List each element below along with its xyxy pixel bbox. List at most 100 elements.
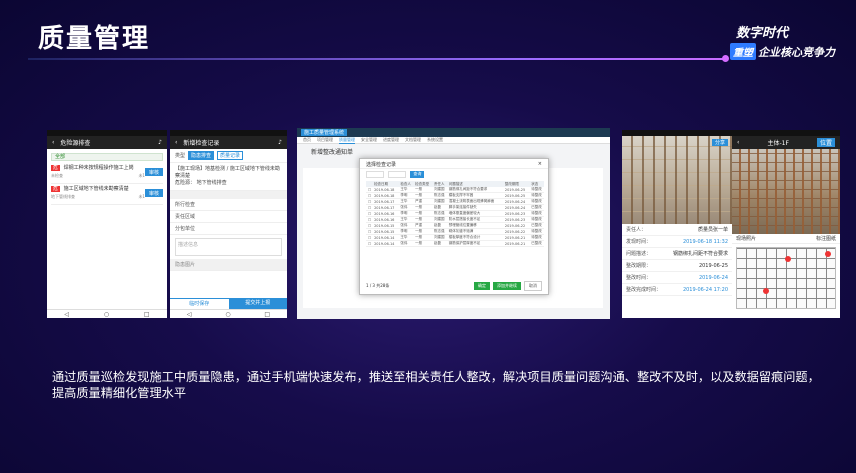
hazard-text: 焊钢工种未按规程操作施工上岗: [63, 165, 134, 171]
chip-hazard[interactable]: 隐患排查: [188, 151, 215, 160]
form-row: 整改时间： 2019-06-24: [622, 272, 732, 284]
form-value[interactable]: 钢筋绑扎间距不符合要求: [673, 250, 728, 257]
hazard-tag: 危: [51, 165, 61, 171]
modal-title: 选择检查记录: [366, 162, 397, 168]
cancel-button[interactable]: 取消: [524, 281, 542, 291]
location-button[interactable]: 位置: [816, 138, 835, 147]
query-button[interactable]: 查询: [410, 171, 425, 178]
table-cell: 赵磊: [432, 240, 447, 247]
back-icon[interactable]: ‹: [737, 139, 739, 146]
recent-square-icon[interactable]: □: [144, 311, 150, 318]
date-to-input[interactable]: [388, 171, 407, 178]
back-triangle-icon[interactable]: ◁: [64, 311, 69, 318]
home-circle-icon[interactable]: ○: [104, 311, 109, 318]
row-area[interactable]: 责任区域: [170, 211, 287, 223]
description-field[interactable]: 描述信息: [175, 238, 282, 256]
pagination[interactable]: 1 / 3 共28条: [366, 283, 471, 289]
form-value[interactable]: 2019-06-18 11:32: [683, 239, 728, 245]
tab-project[interactable]: 项目管理: [317, 137, 333, 143]
chip-quality[interactable]: 质量记录: [217, 151, 244, 160]
table-row[interactable]: ☐ 2019-06-14 张伟 一般 赵磊 钢筋保护层厚度不足 2019-06-21 已整改: [366, 240, 544, 247]
select-record-modal: 选择检查记录 × 查询 检查日期 检查人 检查类型 责任人 问题描述 整改期限 状态 ☐ 20…: [359, 158, 549, 295]
drawing-tab[interactable]: 标注图纸: [816, 235, 836, 242]
page-title: 质量管理: [38, 24, 151, 54]
hazard-tag: 危: [51, 186, 61, 192]
row-subcontractor[interactable]: 分包单位: [170, 223, 287, 235]
android-nav-bar: ◁ ○ □: [170, 309, 287, 318]
bell-icon[interactable]: ♪: [158, 139, 162, 146]
form-label: 整改期限：: [626, 263, 652, 269]
form-value[interactable]: 2019-06-24: [699, 275, 728, 281]
slogan: 数字时代 重塑 企业核心竞争力: [730, 22, 845, 60]
bottom-actions: 临时保存 提交并上报: [170, 298, 287, 309]
construction-photo[interactable]: [732, 149, 840, 234]
tab-docs[interactable]: 文档管理: [405, 137, 421, 143]
phone2-navbar: ‹ 新增检查记录 ♪: [170, 136, 287, 149]
pin-icon[interactable]: [763, 288, 769, 294]
temp-save-button[interactable]: 临时保存: [170, 298, 229, 309]
close-icon[interactable]: ×: [538, 161, 542, 167]
tab-home[interactable]: 首页: [303, 137, 311, 143]
phone4-title: 主体-1F: [767, 140, 789, 147]
modal-header: 选择检查记录 ×: [360, 159, 548, 169]
submit-button[interactable]: 提交并上报: [228, 298, 287, 309]
form-row: 整改期限： 2019-06-25: [622, 260, 732, 272]
hazard-sub: 地下管线排查: [51, 194, 75, 199]
inspection-desc: 【施工现场】地基检测 / 施工区域地下管线未勘察清楚: [175, 166, 280, 179]
table-cell: 张伟: [398, 240, 414, 247]
review-button[interactable]: 审核: [144, 168, 163, 176]
photo-tab[interactable]: 现场照片: [736, 235, 756, 242]
phone1-title: 危险源排查: [60, 140, 91, 147]
form-label: 发现时间：: [626, 239, 652, 245]
form-row: 整改完成时间： 2019-06-24 17:20: [622, 284, 732, 296]
recent-square-icon[interactable]: □: [264, 311, 270, 318]
phone2-title: 新增检查记录: [183, 140, 220, 147]
confirm-button[interactable]: 确定: [474, 282, 490, 290]
tab-quality[interactable]: 质量管理: [339, 137, 355, 144]
table-cell: 2019-06-14: [372, 240, 399, 247]
bell-icon[interactable]: ♪: [278, 139, 282, 146]
date-from-input[interactable]: [366, 171, 385, 178]
desktop-rectification: 施工质量管理系统 首页 项目管理 质量管理 安全管理 进度管理 文档管理 系统设…: [297, 128, 610, 319]
slogan-badge: 重塑: [730, 43, 756, 60]
home-circle-icon[interactable]: ○: [225, 311, 230, 318]
hazard-text: 施工区域地下管线未勘察清楚: [63, 186, 129, 192]
phone4-navbar: ‹ 主体-1F 位置: [732, 136, 840, 149]
back-triangle-icon[interactable]: ◁: [187, 311, 192, 318]
site-photo[interactable]: 分享: [622, 136, 732, 224]
form-value[interactable]: 2019-06-25: [699, 263, 728, 269]
review-button[interactable]: 审核: [144, 189, 163, 197]
add-continue-button[interactable]: 添加并继续: [493, 282, 521, 290]
pin-icon[interactable]: [825, 251, 831, 257]
form-value[interactable]: 2019-06-24 17:20: [683, 287, 728, 293]
table-cell: 已整改: [529, 240, 544, 247]
search-input[interactable]: 全部: [51, 153, 163, 161]
phone-drawing-annotation: ‹ 主体-1F 位置 现场照片 标注图纸: [732, 130, 840, 318]
pin-icon[interactable]: [785, 256, 791, 262]
form-label: 问题描述：: [626, 251, 652, 257]
share-button[interactable]: 分享: [711, 139, 728, 146]
tab-safety[interactable]: 安全管理: [361, 137, 377, 143]
description-text: 通过质量巡检发现施工中质量隐患，通过手机端快速发布，推送至相关责任人整改，解决项…: [52, 370, 820, 400]
modal-footer: 1 / 3 共28条 确定 添加并继续 取消: [366, 281, 542, 291]
list-item[interactable]: 危 焊钢工种未按规程操作施工上岗 未检查 未1 审核: [51, 165, 163, 184]
title-underline-dot: [722, 55, 729, 62]
form-row: 责任人： 质量员张一单: [622, 224, 732, 236]
desktop-tabs: 首页 项目管理 质量管理 安全管理 进度管理 文档管理 系统设置: [297, 137, 610, 144]
inspection-text: 【施工现场】地基检测 / 施工区域地下管线未勘察清楚 危险源： 地下管线排查: [170, 163, 287, 191]
tab-settings[interactable]: 系统设置: [427, 137, 443, 143]
row-inspect[interactable]: 所行检查: [170, 199, 287, 211]
table-cell: 一般: [413, 240, 433, 247]
form-value: 质量员张一单: [697, 227, 728, 233]
form-row: 问题描述： 钢筋绑扎间距不符合要求: [622, 248, 732, 260]
floor-plan[interactable]: [736, 247, 836, 309]
form-row: 发现时间： 2019-06-18 11:32: [622, 236, 732, 248]
back-icon[interactable]: ‹: [175, 139, 177, 146]
list-item[interactable]: 危 施工区域地下管线未勘察清楚 地下管线排查 未1 审核: [51, 186, 163, 205]
back-icon[interactable]: ‹: [52, 139, 54, 146]
record-table: 检查日期 检查人 检查类型 责任人 问题描述 整改期限 状态 ☐ 2019-06-18 王华 一般…: [366, 181, 544, 247]
table-cell: 2019-06-21: [502, 240, 530, 247]
tab-progress[interactable]: 进度管理: [383, 137, 399, 143]
desktop-page-title: 新增整改通知单: [311, 149, 354, 156]
type-label: 类型: [175, 153, 186, 159]
